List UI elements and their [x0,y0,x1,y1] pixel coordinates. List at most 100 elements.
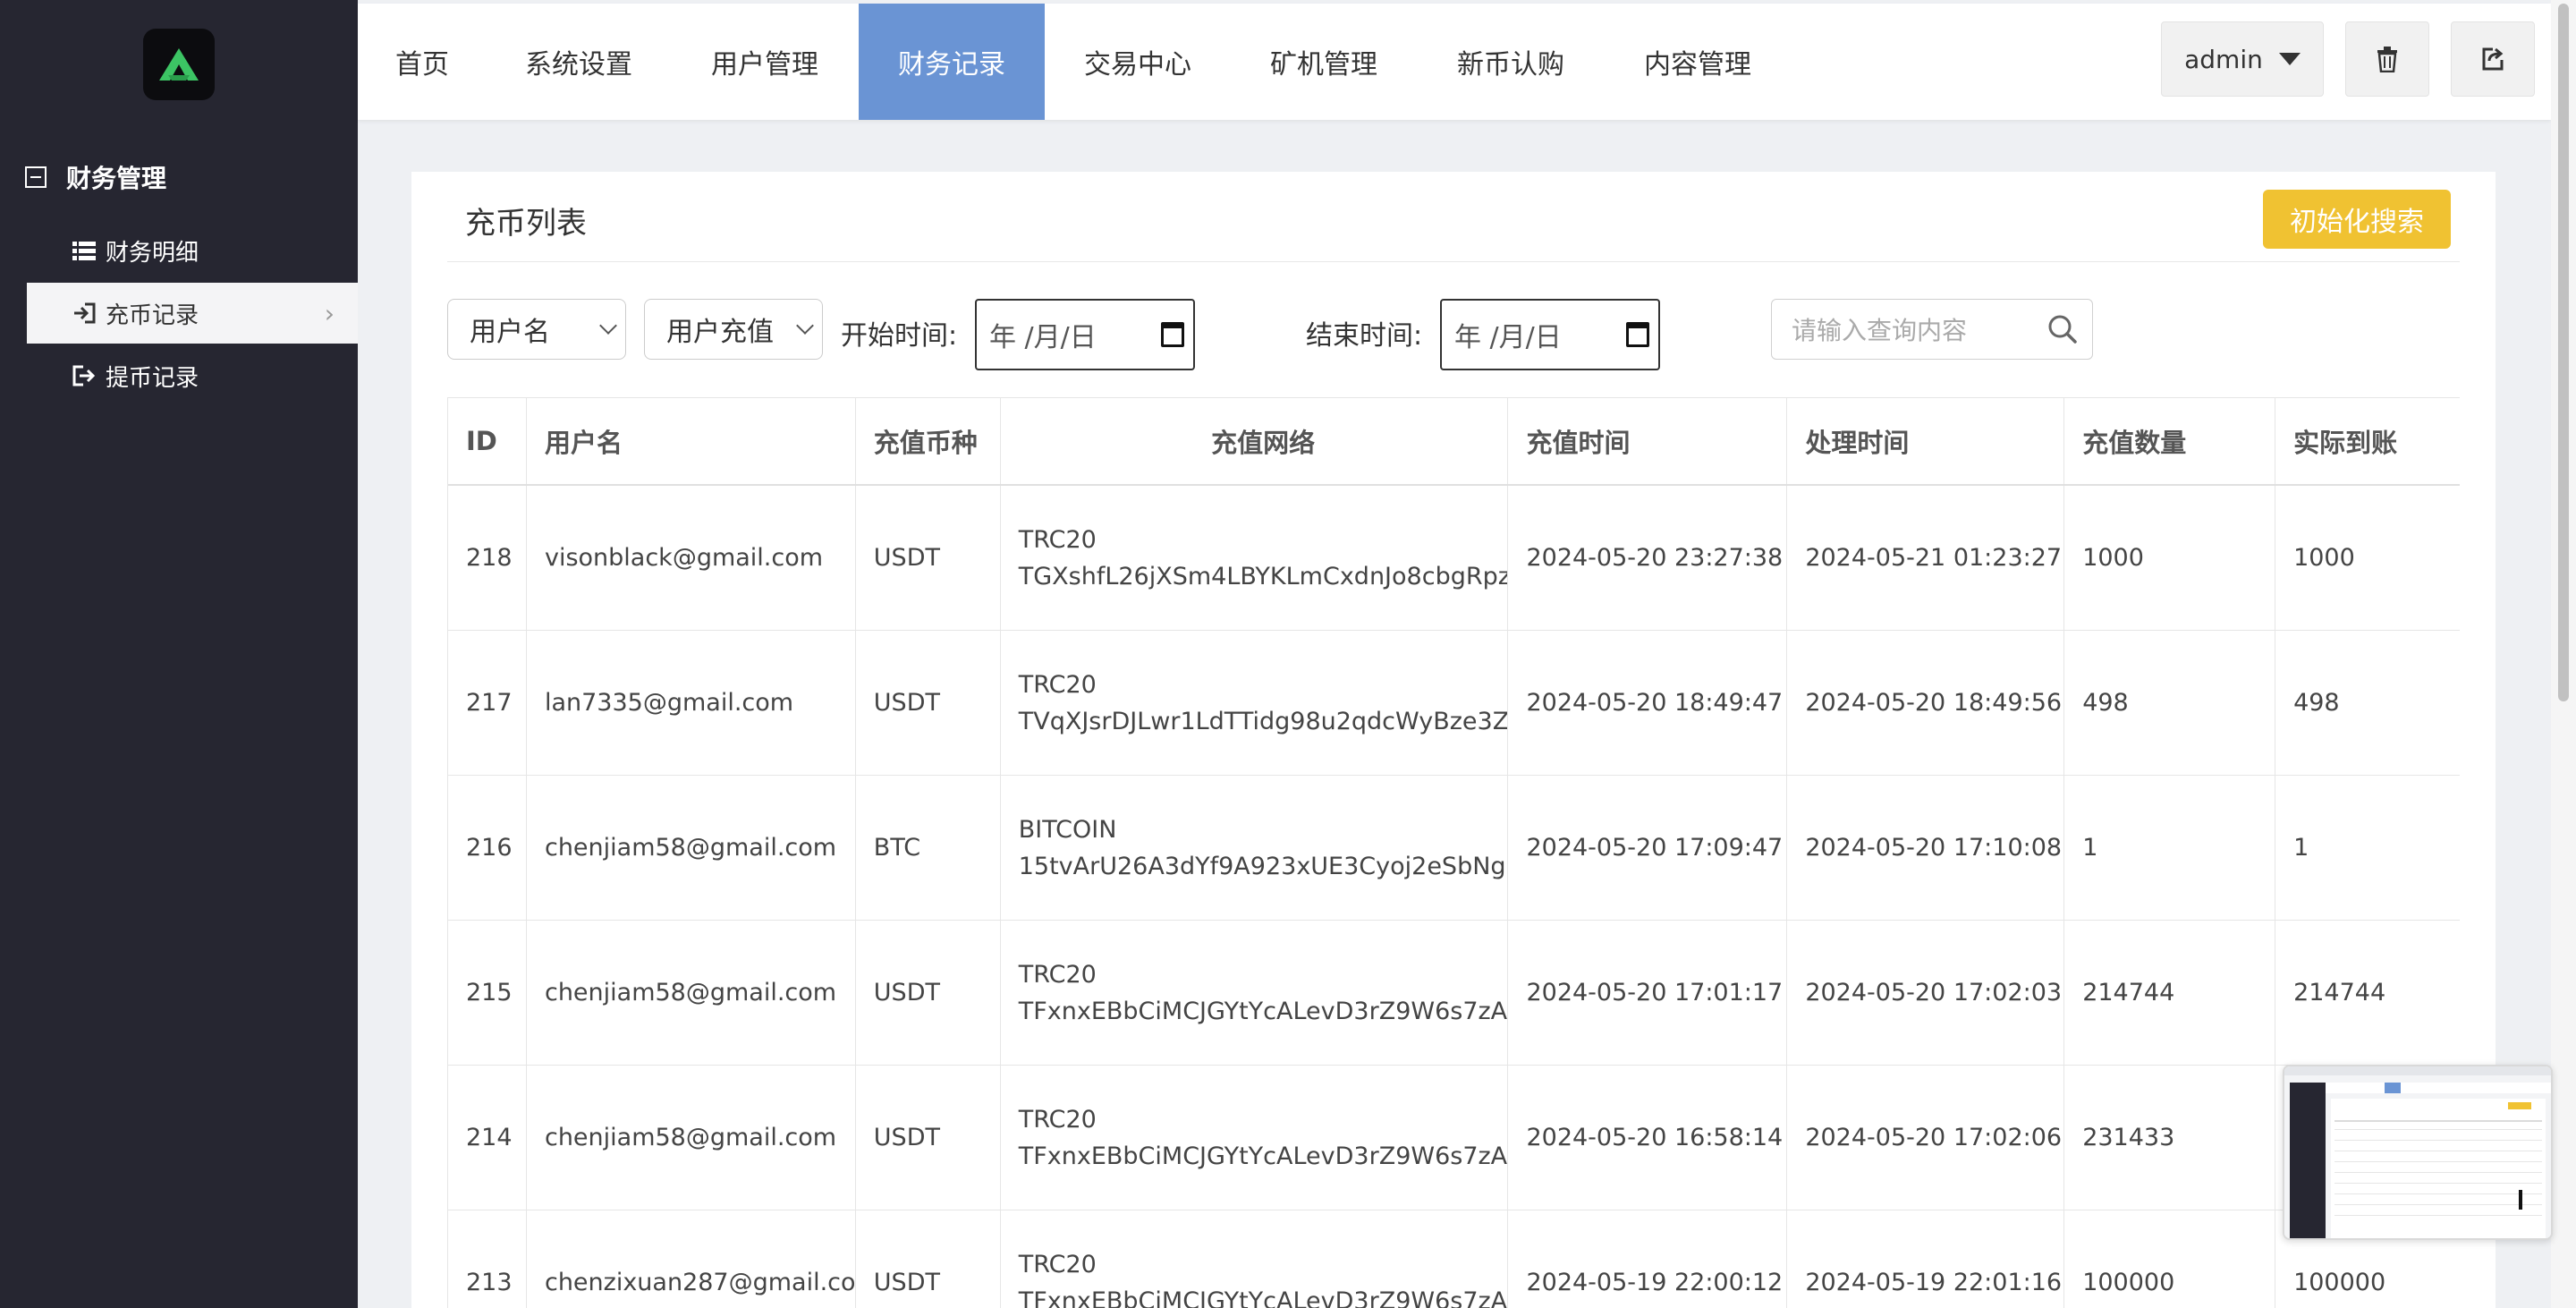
tab-finance-records[interactable]: 财务记录 [859,4,1045,120]
cell-id: 218 [448,486,527,630]
tab-miner-management[interactable]: 矿机管理 [1231,4,1417,120]
network-address: TGXshfL26jXSm4LBYKLmCxdnJo8cbgRpzf [1018,562,1509,590]
start-date-input[interactable]: 年 /月/日 [975,299,1195,370]
network-name: TRC20 [1018,960,1097,989]
screenshot-preview-thumbnail[interactable] [2283,1065,2553,1240]
cell-received: 214744 [2293,979,2386,1006]
table-row[interactable]: 218 visonblack@gmail.com USDT TRC20 TGXs… [448,486,2460,631]
sidebar-item-finance-detail[interactable]: 财务明细 [27,220,358,281]
tab-system-settings[interactable]: 系统设置 [487,4,671,120]
column-header[interactable]: 充值网络 [1001,398,1509,484]
cell-deposit-time: 2024-05-20 17:09:47 [1508,776,1788,920]
network-address: TFxnxEBbCiMCJGYtYcALevD3rZ9W6s7zAL [1018,997,1509,1025]
calendar-icon[interactable] [1161,322,1184,347]
cell-network: TRC20 TFxnxEBbCiMCJGYtYcALevD3rZ9W6s7zAL [1001,921,1509,1065]
chevron-down-icon [599,317,617,335]
network-name: TRC20 [1018,670,1097,699]
column-header[interactable]: 用户名 [527,398,856,484]
table-row[interactable]: 214 chenjiam58@gmail.com USDT TRC20 TFxn… [448,1066,2460,1210]
cell-id: 215 [448,921,527,1065]
cell-network: TRC20 TVqXJsrDJLwr1LdTTidg98u2qdcWyBze3Z [1001,631,1509,775]
column-header[interactable]: 实际到账 [2275,398,2460,484]
column-header[interactable]: 充值时间 [1508,398,1788,484]
cell-username: chenjiam58@gmail.com [527,1066,856,1210]
cell-network: BITCOIN 15tvArU26A3dYf9A923xUE3Cyoj2eSbN… [1001,776,1509,920]
cell-quantity: 231433 [2064,1066,2276,1210]
cell-processed-time: 2024-05-20 17:10:08 [1787,776,2065,920]
search-field-select[interactable]: 用户名 [447,299,626,360]
cell-coin: USDT [856,486,1001,630]
cell-deposit-time: 2024-05-20 17:01:17 [1508,921,1788,1065]
logout-icon [2482,47,2504,71]
tab-home[interactable]: 首页 [358,4,487,120]
deposit-type-select[interactable]: 用户充值 [644,299,823,360]
column-header[interactable]: 处理时间 [1787,398,2065,484]
page-scrollbar[interactable] [2551,0,2576,1308]
reset-search-button[interactable]: 初始化搜索 [2263,190,2451,249]
cell-coin: USDT [856,1210,1001,1308]
logout-button[interactable] [2451,21,2535,97]
cell-received: 498 [2293,689,2340,717]
cell-username: visonblack@gmail.com [527,486,856,630]
network-name: TRC20 [1018,525,1097,554]
cell-processed-time: 2024-05-20 17:02:03 [1787,921,2065,1065]
table-row[interactable]: 217 lan7335@gmail.com USDT TRC20 TVqXJsr… [448,631,2460,776]
deposit-list-panel: 充币列表 初始化搜索 用户名 用户充值 开始时间: 年 /月/日 结束时间: 年… [411,172,2496,1308]
end-date-input[interactable]: 年 /月/日 [1440,299,1660,370]
menu-group-finance[interactable]: 财务管理 [25,159,358,195]
thumbnail-image [2284,1066,2551,1238]
table-row[interactable]: 213 chenzixuan287@gmail.com USDT TRC20 T… [448,1210,2460,1308]
scroll-thumb[interactable] [2558,4,2569,701]
logo-icon [159,48,199,81]
search-icon[interactable] [2046,312,2080,346]
cell-id: 214 [448,1066,527,1210]
cell-coin: BTC [856,776,1001,920]
divider [447,261,2460,262]
list-icon [72,238,97,263]
cell-network: TRC20 TFxnxEBbCiMCJGYtYcALevD3rZ9W6s7zAL [1001,1210,1509,1308]
network-address: TVqXJsrDJLwr1LdTTidg98u2qdcWyBze3Z [1018,707,1509,735]
tab-trade-center[interactable]: 交易中心 [1045,4,1231,120]
trash-icon [2377,47,2397,72]
network-name: BITCOIN [1018,815,1117,844]
chevron-right-icon: › [324,298,335,328]
sidebar-item-deposit-records[interactable]: 充币记录 › [27,283,358,344]
tab-user-management[interactable]: 用户管理 [671,4,859,120]
cell-quantity: 498 [2064,631,2276,775]
chevron-down-icon [796,317,814,335]
search-placeholder: 请输入查询内容 [1792,316,1968,345]
end-time-label: 结束时间: [1306,320,1423,352]
table-row[interactable]: 216 chenjiam58@gmail.com BTC BITCOIN 15t… [448,776,2460,921]
cell-quantity: 100000 [2064,1210,2276,1308]
table-row[interactable]: 215 chenjiam58@gmail.com USDT TRC20 TFxn… [448,921,2460,1066]
tab-new-coin-subscription[interactable]: 新币认购 [1417,4,1605,120]
column-header[interactable]: ID [448,398,527,484]
cell-coin: USDT [856,1066,1001,1210]
cell-quantity: 1000 [2064,486,2276,630]
cell-deposit-time: 2024-05-20 23:27:38 [1508,486,1788,630]
cell-deposit-time: 2024-05-20 18:49:47 [1508,631,1788,775]
page-title: 充币列表 [465,206,587,242]
clear-cache-button[interactable] [2345,21,2429,97]
column-header[interactable]: 充值币种 [856,398,1001,484]
collapse-icon[interactable] [25,166,47,188]
cell-username: chenjiam58@gmail.com [527,776,856,920]
calendar-icon[interactable] [1626,322,1649,347]
user-menu-button[interactable]: admin [2161,21,2324,97]
app-logo[interactable] [143,29,215,100]
network-name: TRC20 [1018,1250,1097,1278]
tab-content-management[interactable]: 内容管理 [1605,4,1791,120]
cell-username: lan7335@gmail.com [527,631,856,775]
cell-id: 213 [448,1210,527,1308]
sidebar-item-label: 提币记录 [106,364,199,392]
date-placeholder: 年 /月/日 [1454,322,1562,353]
date-placeholder: 年 /月/日 [989,322,1097,353]
search-input[interactable]: 请输入查询内容 [1771,299,2093,360]
column-header[interactable]: 充值数量 [2064,398,2276,484]
cell-coin: USDT [856,631,1001,775]
sign-in-icon [72,301,97,326]
sign-out-icon [72,363,97,388]
top-nav: 首页 系统设置 用户管理 财务记录 交易中心 矿机管理 新币认购 内容管理 ad… [358,4,2551,120]
sidebar-item-withdraw-records[interactable]: 提币记录 [27,345,358,406]
cell-coin: USDT [856,921,1001,1065]
